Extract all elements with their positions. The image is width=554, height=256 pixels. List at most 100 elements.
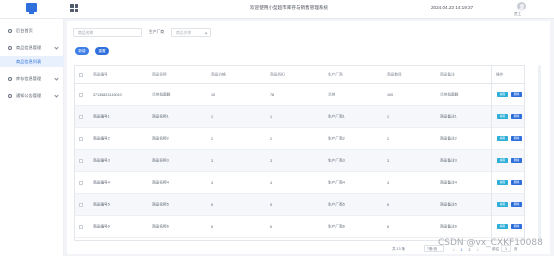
row-checkbox[interactable]: [79, 136, 83, 141]
chevron-down-icon: [204, 31, 208, 34]
sidebar-item-goods[interactable]: 商品信息管理: [0, 42, 64, 54]
delete-button[interactable]: 删除: [511, 158, 522, 163]
table-row: 37136823143010 兰州拉面鲜 10 78 兰州 100 兰州拉面鲜 …: [75, 84, 524, 106]
cell-remark: 商品备注2: [440, 136, 457, 140]
main-content: 商品名称 生产厂商 商品名称 新增 重置 商品编号 商品名称 商品价格 商品折扣…: [67, 21, 550, 254]
header-remark: 商品备注: [440, 72, 455, 76]
cell-price: 6: [211, 224, 214, 229]
sidebar-item-inventory[interactable]: 库存信息管理: [0, 73, 64, 85]
cell-name: 商品名称2: [152, 136, 169, 140]
table-row: 商品编号6 商品名称6 6 6 生产厂商6 6 商品备注6 编辑 删除: [75, 216, 524, 238]
monitor-logo-icon: [26, 3, 37, 14]
manufacturer-select[interactable]: 商品名称: [171, 28, 211, 37]
row-checkbox[interactable]: [79, 92, 83, 97]
cell-remark: 商品备注4: [440, 180, 457, 184]
actions-column-divider: [491, 66, 492, 242]
cell-price: 3: [211, 158, 214, 163]
cell-price: 5: [211, 202, 214, 207]
edit-button[interactable]: 编辑: [497, 92, 508, 97]
delete-button[interactable]: 删除: [511, 224, 522, 229]
cell-discount: 1: [270, 114, 273, 119]
manufacturer-select-placeholder: 商品名称: [176, 31, 192, 35]
cell-name: 商品名称4: [152, 180, 169, 184]
cell-quantity: 1: [387, 114, 390, 119]
cell-manufacturer: 生产厂商6: [328, 224, 345, 228]
delete-button[interactable]: 删除: [511, 92, 522, 97]
header-discount: 商品折扣: [270, 72, 285, 76]
cell-code: 商品编号3: [93, 158, 110, 162]
row-checkbox[interactable]: [79, 224, 83, 229]
cell-manufacturer: 生产厂商4: [328, 180, 345, 184]
cell-remark: 商品备注1: [440, 114, 457, 118]
cell-quantity: 100: [387, 92, 394, 97]
reset-button[interactable]: 重置: [95, 47, 109, 55]
cell-price: 2: [211, 136, 214, 141]
username[interactable]: 员工: [514, 12, 521, 17]
cell-name: 商品名称1: [152, 114, 169, 118]
goods-icon: [8, 46, 12, 50]
top-bar: 欢迎使用小型超市库存与销售管理系统 2024.04.23 14:19:37 员工: [0, 0, 554, 19]
edit-button[interactable]: 编辑: [497, 136, 508, 141]
cell-price: 1: [211, 114, 214, 119]
row-checkbox[interactable]: [79, 158, 83, 163]
sidebar-item-label: 通知公告管理: [16, 93, 42, 98]
cell-code: 商品编号1: [93, 114, 110, 118]
add-button[interactable]: 新增: [75, 47, 89, 55]
cell-discount: 5: [270, 202, 273, 207]
cell-discount: 4: [270, 180, 273, 185]
goods-table: 商品编号 商品名称 商品价格 商品折扣 生产厂商 商品数目 商品备注 操作 37…: [74, 65, 525, 242]
cell-remark: 商品备注5: [440, 202, 457, 206]
edit-button[interactable]: 编辑: [497, 180, 508, 185]
cell-quantity: 6: [387, 224, 390, 229]
header-manufacturer: 生产厂商: [328, 72, 343, 76]
cell-remark: 兰州拉面鲜: [440, 92, 459, 96]
datetime: 2024.04.23 14:19:37: [431, 5, 474, 10]
row-checkbox[interactable]: [79, 114, 83, 119]
row-checkbox[interactable]: [79, 180, 83, 185]
table-row: 商品编号2 商品名称2 2 2 生产厂商2 2 商品备注2 编辑 删除: [75, 128, 524, 150]
header-name: 商品名称: [152, 72, 167, 76]
delete-button[interactable]: 删除: [511, 136, 522, 141]
sidebar-item-home[interactable]: 后台首页: [0, 25, 64, 37]
table-row: 商品编号3 商品名称3 3 3 生产厂商3 3 商品备注3 编辑 删除: [75, 150, 524, 172]
cell-name: 商品名称5: [152, 202, 169, 206]
cell-discount: 6: [270, 224, 273, 229]
grid-menu-icon[interactable]: [70, 4, 78, 12]
delete-button[interactable]: 删除: [511, 180, 522, 185]
cell-quantity: 3: [387, 158, 390, 163]
edit-button[interactable]: 编辑: [497, 202, 508, 207]
pagination-total: 共 13 条: [392, 247, 406, 251]
app-title: 欢迎使用小型超市库存与销售管理系统: [250, 5, 329, 10]
sidebar-item-label: 商品信息列表: [16, 58, 42, 64]
delete-button[interactable]: 删除: [511, 202, 522, 207]
avatar[interactable]: [517, 2, 526, 11]
cell-discount: 78: [270, 92, 275, 97]
select-all-checkbox[interactable]: [79, 72, 83, 77]
cell-discount: 2: [270, 136, 273, 141]
cell-code: 商品编号4: [93, 180, 110, 184]
chevron-down-icon: [54, 93, 59, 98]
edit-button[interactable]: 编辑: [497, 114, 508, 119]
cell-manufacturer: 生产厂商2: [328, 136, 345, 140]
row-checkbox[interactable]: [79, 202, 83, 207]
manufacturer-label: 生产厂商: [149, 30, 165, 34]
table-header: 商品编号 商品名称 商品价格 商品折扣 生产厂商 商品数目 商品备注 操作: [75, 66, 524, 84]
cell-manufacturer: 生产厂商1: [328, 114, 345, 118]
cell-remark: 商品备注6: [440, 224, 457, 228]
edit-button[interactable]: 编辑: [497, 224, 508, 229]
table-row: 商品编号1 商品名称1 1 1 生产厂商1 1 商品备注1 编辑 删除: [75, 106, 524, 128]
cell-code: 商品编号6: [93, 224, 110, 228]
name-search-input[interactable]: 商品名称: [73, 28, 142, 37]
cell-quantity: 4: [387, 180, 390, 185]
cell-quantity: 5: [387, 202, 390, 207]
edit-button[interactable]: 编辑: [497, 158, 508, 163]
delete-button[interactable]: 删除: [511, 114, 522, 119]
sidebar-item-notice[interactable]: 通知公告管理: [0, 90, 64, 102]
table-row: 商品编号5 商品名称5 5 5 生产厂商5 5 商品备注5 编辑 删除: [75, 194, 524, 216]
cell-manufacturer: 生产厂商5: [328, 202, 345, 206]
chevron-down-icon: [54, 76, 59, 81]
inventory-icon: [8, 77, 12, 81]
cell-code: 37136823143010: [93, 92, 122, 97]
sidebar-item-goods-list[interactable]: 商品信息列表: [0, 56, 64, 67]
vertical-scrollbar[interactable]: [538, 65, 541, 241]
